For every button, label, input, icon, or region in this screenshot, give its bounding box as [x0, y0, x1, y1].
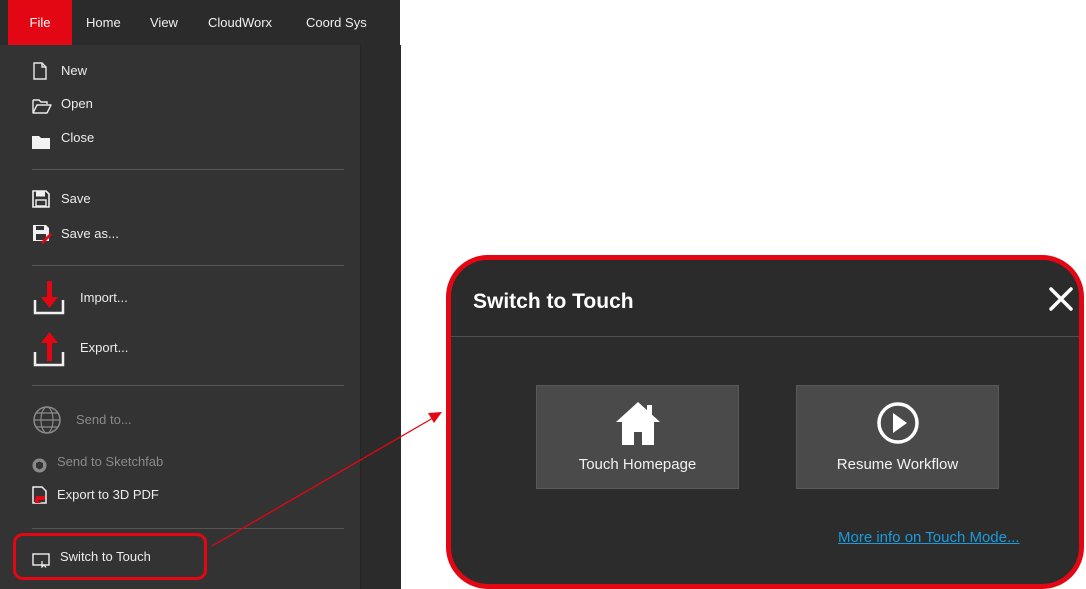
open-folder-icon — [32, 96, 52, 124]
file-menu-panel: File Home View CloudWorx Coord Sys New O… — [0, 0, 401, 589]
resume-workflow-button[interactable]: Resume Workflow — [796, 385, 999, 489]
menu-item-label: Import... — [80, 290, 128, 305]
dialog-header: Switch to Touch — [451, 260, 1079, 337]
switch-to-touch-dialog: Switch to Touch Touch Homepage Resume Wo… — [446, 255, 1084, 589]
sketchfab-icon — [32, 455, 47, 483]
menu-bar: File Home View CloudWorx Coord Sys — [0, 0, 400, 45]
resume-workflow-label: Resume Workflow — [836, 456, 959, 473]
tab-file[interactable]: File — [8, 0, 72, 45]
save-floppy-icon — [32, 190, 50, 218]
highlight-box — [13, 533, 207, 580]
globe-icon — [32, 405, 62, 449]
menu-item-label: Send to Sketchfab — [57, 454, 164, 469]
new-document-icon — [32, 62, 48, 90]
tab-cloudworx[interactable]: CloudWorx — [208, 0, 272, 45]
menu-separator — [32, 169, 344, 170]
tab-view[interactable]: View — [150, 0, 178, 45]
export-icon — [32, 330, 66, 384]
menu-item-label: New — [61, 63, 88, 78]
close-icon[interactable] — [1048, 286, 1074, 317]
more-info-link[interactable]: More info on Touch Mode... — [838, 529, 1020, 546]
menu-item-label: Export... — [80, 340, 129, 355]
menu-item-label: Save as... — [61, 226, 119, 241]
touch-homepage-label: Touch Homepage — [578, 456, 697, 473]
dialog-title: Switch to Touch — [473, 290, 634, 313]
tab-home[interactable]: Home — [86, 0, 121, 45]
touch-homepage-button[interactable]: Touch Homepage — [536, 385, 739, 489]
menu-separator — [32, 265, 344, 266]
tab-coord-sys[interactable]: Coord Sys — [306, 0, 367, 45]
import-icon — [32, 280, 66, 332]
menu-item-label: Send to... — [76, 412, 132, 427]
menu-item-label: Close — [61, 130, 95, 145]
play-circle-icon — [875, 400, 921, 451]
home-icon — [614, 400, 662, 451]
menu-item-label: Open — [61, 96, 93, 111]
folder-icon — [32, 131, 50, 159]
backstage-content-area — [360, 45, 401, 589]
menu-item-label: Export to 3D PDF — [57, 487, 159, 502]
menu-separator — [32, 528, 344, 529]
pdf-icon — [32, 486, 48, 514]
menu-separator — [32, 385, 344, 386]
save-as-icon — [32, 224, 52, 254]
menu-item-label: Save — [61, 191, 91, 206]
